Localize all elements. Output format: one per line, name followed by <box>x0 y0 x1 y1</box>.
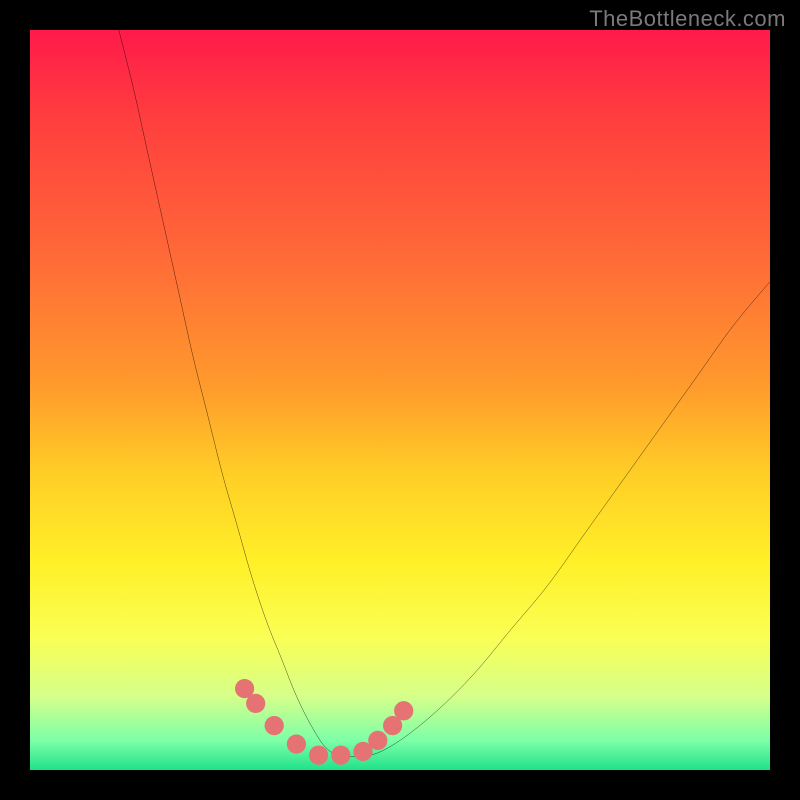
marker-dot <box>287 734 306 753</box>
curve-path <box>119 30 770 757</box>
marker-dot <box>368 731 387 750</box>
chart-stage: TheBottleneck.com <box>0 0 800 800</box>
bottleneck-curve <box>119 30 770 757</box>
marker-dot <box>265 716 284 735</box>
plot-area <box>30 30 770 770</box>
optimal-range-markers <box>235 679 413 765</box>
marker-dot <box>246 694 265 713</box>
curve-svg <box>30 30 770 770</box>
marker-dot <box>331 746 350 765</box>
marker-dot <box>309 746 328 765</box>
watermark-text: TheBottleneck.com <box>589 6 786 32</box>
marker-dot <box>394 701 413 720</box>
